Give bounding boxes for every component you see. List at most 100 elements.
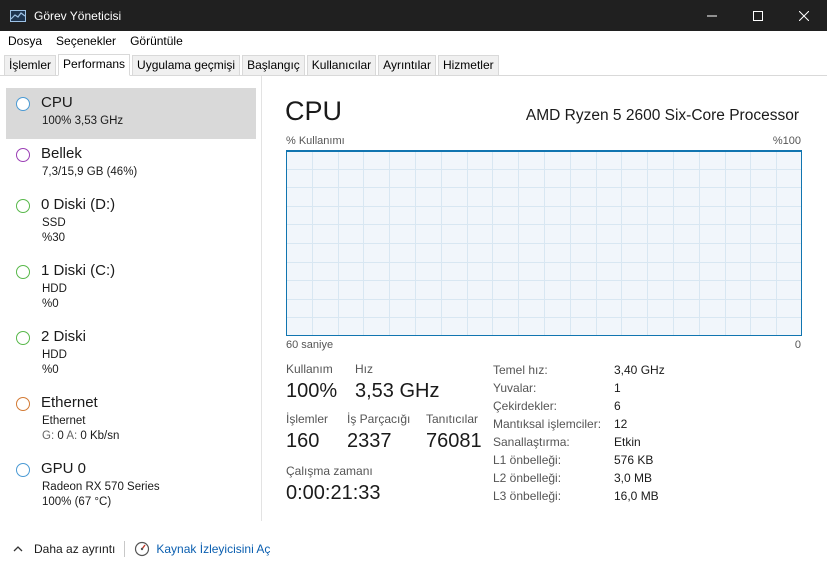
processes-value: 160 <box>286 430 320 452</box>
tab-users[interactable]: Kullanıcılar <box>306 55 377 75</box>
ethernet-indicator-icon <box>16 397 30 411</box>
tab-performance[interactable]: Performans <box>58 54 131 76</box>
sidebar-item-disk-1[interactable]: 1 Diski (C:) HDD %0 <box>6 256 256 322</box>
receive-label: A: <box>66 430 78 442</box>
threads-label: İş Parçacığı <box>347 412 411 426</box>
sidebar-item-title: Ethernet <box>41 394 98 411</box>
menu-options[interactable]: Seçenekler <box>49 34 123 48</box>
info-label-virtualization: Sanallaştırma: <box>493 435 570 449</box>
disk-indicator-icon <box>16 265 30 279</box>
menu-bar: Dosya Seçenekler Görüntüle <box>0 31 827 51</box>
chevron-up-icon[interactable] <box>12 543 24 555</box>
sidebar-item-adapter: Ethernet <box>42 415 86 427</box>
sidebar-item-title: 0 Diski (D:) <box>41 196 116 213</box>
graph-time-span: 60 saniye <box>286 339 334 351</box>
info-label-base-speed: Temel hız: <box>493 363 548 377</box>
info-value-sockets: 1 <box>614 381 621 395</box>
minimize-button[interactable] <box>689 0 735 31</box>
sidebar-item-detail: 100% 3,53 GHz <box>42 115 124 127</box>
window-title: Görev Yöneticisi <box>34 8 122 23</box>
sidebar-item-detail: 7,3/15,9 GB (46%) <box>42 166 138 178</box>
tab-startup[interactable]: Başlangıç <box>242 55 305 75</box>
sidebar-item-title: 2 Diski <box>41 328 87 345</box>
usage-value: 100% <box>286 380 338 402</box>
sidebar-item-memory[interactable]: Bellek 7,3/15,9 GB (46%) <box>6 139 256 190</box>
sidebar-item-type: HDD <box>42 283 67 295</box>
info-value-logical-processors: 12 <box>614 417 628 431</box>
sidebar-item-type: SSD <box>42 217 66 229</box>
footer-divider <box>124 541 126 557</box>
processor-name: AMD Ryzen 5 2600 Six-Core Processor <box>525 107 799 124</box>
info-value-l2-cache: 3,0 MB <box>614 471 653 485</box>
cpu-usage-graph <box>286 150 802 336</box>
sidebar-item-disk-0[interactable]: 0 Diski (D:) SSD %30 <box>6 190 256 256</box>
sidebar-item-title: 1 Diski (C:) <box>41 262 116 279</box>
send-value: 0 <box>57 430 64 442</box>
menu-file[interactable]: Dosya <box>0 34 49 48</box>
info-label-sockets: Yuvalar: <box>493 381 537 395</box>
info-label-l1-cache: L1 önbelleği: <box>493 453 562 467</box>
graph-label: % Kullanımı <box>286 135 345 147</box>
handles-value: 76081 <box>426 430 482 452</box>
tab-processes[interactable]: İşlemler <box>4 55 57 75</box>
sidebar-item-type: HDD <box>42 349 67 361</box>
resource-monitor-icon[interactable] <box>134 541 150 557</box>
uptime-label: Çalışma zamanı <box>286 464 373 478</box>
disk-indicator-icon <box>16 199 30 213</box>
cpu-indicator-icon <box>16 97 30 111</box>
performance-sidebar: CPU 100% 3,53 GHz Bellek 7,3/15,9 GB (46… <box>0 76 262 521</box>
sidebar-item-title: Bellek <box>41 145 82 162</box>
send-label: G: <box>42 430 55 442</box>
handles-label: Tanıtıcılar <box>426 412 479 426</box>
info-label-cores: Çekirdekler: <box>493 399 558 413</box>
disk-indicator-icon <box>16 331 30 345</box>
page-title: CPU <box>285 96 343 126</box>
close-icon <box>799 10 809 21</box>
info-label-logical-processors: Mantıksal işlemciler: <box>493 417 602 431</box>
sidebar-item-gpu-0[interactable]: GPU 0 Radeon RX 570 Series 100% (67 °C) <box>6 454 256 520</box>
sidebar-item-usage: %0 <box>42 298 59 310</box>
info-label-l2-cache: L2 önbelleği: <box>493 471 562 485</box>
sidebar-item-usage: %0 <box>42 364 59 376</box>
close-button[interactable] <box>781 0 827 31</box>
sidebar-item-disk-2[interactable]: 2 Diski HDD %0 <box>6 322 256 388</box>
sidebar-item-title: CPU <box>41 94 73 111</box>
speed-value: 3,53 GHz <box>355 380 440 402</box>
info-value-virtualization: Etkin <box>614 435 641 449</box>
title-bar: Görev Yöneticisi <box>0 0 827 31</box>
uptime-value: 0:00:21:33 <box>286 482 381 504</box>
sidebar-item-model: Radeon RX 570 Series <box>42 481 160 493</box>
usage-label: Kullanım <box>286 362 333 376</box>
info-label-l3-cache: L3 önbelleği: <box>493 489 562 503</box>
open-resource-monitor-link[interactable]: Kaynak İzleyicisini Aç <box>156 542 270 556</box>
sidebar-item-usage: 100% (67 °C) <box>42 496 112 508</box>
fewer-details-button[interactable]: Daha az ayrıntı <box>34 542 115 556</box>
maximize-button[interactable] <box>735 0 781 31</box>
info-value-l1-cache: 576 KB <box>614 453 654 467</box>
sidebar-item-usage: %30 <box>42 232 66 244</box>
tab-services[interactable]: Hizmetler <box>437 55 499 75</box>
graph-time-end: 0 <box>794 339 801 351</box>
tab-bar: İşlemler Performans Uygulama geçmişi Baş… <box>0 54 827 76</box>
graph-max-label: %100 <box>772 135 801 147</box>
sidebar-item-ethernet[interactable]: Ethernet Ethernet G: 0 A: 0 Kb/sn <box>6 388 256 454</box>
memory-indicator-icon <box>16 148 30 162</box>
gpu-indicator-icon <box>16 463 30 477</box>
minimize-icon <box>707 15 717 16</box>
tab-details[interactable]: Ayrıntılar <box>378 55 436 75</box>
info-value-cores: 6 <box>614 399 621 413</box>
footer-bar: Daha az ayrıntı Kaynak İzleyicisini Aç <box>0 534 827 564</box>
speed-label: Hız <box>355 362 373 376</box>
receive-value: 0 Kb/sn <box>80 430 120 442</box>
tab-app-history[interactable]: Uygulama geçmişi <box>132 55 241 75</box>
sidebar-item-throughput: G: 0 A: 0 Kb/sn <box>42 430 119 442</box>
menu-view[interactable]: Görüntüle <box>123 34 190 48</box>
processes-label: İşlemler <box>286 412 329 426</box>
task-manager-app-icon <box>10 9 26 22</box>
info-value-l3-cache: 16,0 MB <box>614 489 659 503</box>
sidebar-item-cpu[interactable]: CPU 100% 3,53 GHz <box>6 88 256 139</box>
sidebar-item-title: GPU 0 <box>41 460 87 477</box>
window-controls <box>689 0 827 31</box>
cpu-detail-panel: CPU AMD Ryzen 5 2600 Six-Core Processor … <box>263 76 827 521</box>
maximize-icon <box>753 10 763 21</box>
